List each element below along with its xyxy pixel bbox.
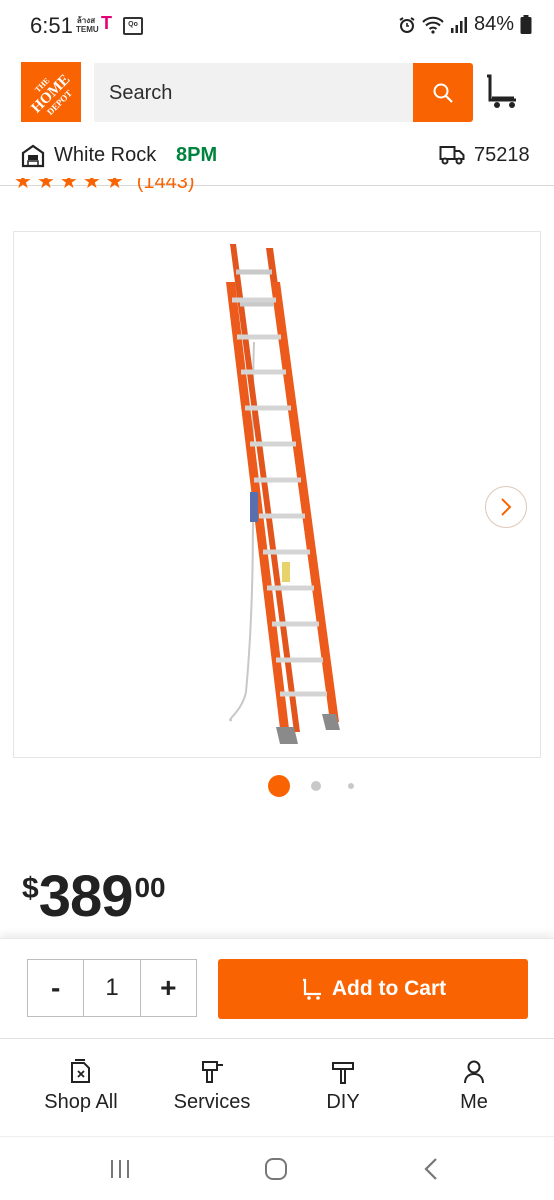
chevron-right-icon xyxy=(501,498,512,516)
nav-diy[interactable]: DIY xyxy=(283,1059,403,1114)
store-hours[interactable]: 8PM xyxy=(176,144,217,167)
nav-label: Shop All xyxy=(44,1091,118,1113)
search-button[interactable] xyxy=(413,63,473,122)
half-star-icon: ★ xyxy=(105,178,124,193)
cart-icon xyxy=(302,978,321,1000)
search-input[interactable]: Search xyxy=(94,63,414,122)
diy-hammer-icon xyxy=(332,1062,354,1084)
shop-all-icon xyxy=(71,1059,90,1083)
quantity-field[interactable]: 1 xyxy=(83,960,141,1016)
quantity-stepper: - 1 + xyxy=(27,959,197,1017)
logo-text: THE HOME DEPOT xyxy=(21,62,81,122)
temu-line2: TEMU xyxy=(76,25,99,34)
price-cents: 00 xyxy=(134,872,166,903)
price-currency: $ xyxy=(22,872,39,905)
temu-notification-icon: ล้างส TEMU xyxy=(76,16,99,34)
delivery-zip[interactable]: 75218 xyxy=(474,144,530,167)
back-icon[interactable] xyxy=(422,1157,440,1181)
nav-services[interactable]: Services xyxy=(152,1059,272,1114)
nav-label: Me xyxy=(460,1091,488,1113)
carousel-dot[interactable] xyxy=(348,783,354,789)
delivery-truck-icon[interactable] xyxy=(439,144,465,166)
wifi-icon xyxy=(422,16,444,34)
temu-line1: ล้างส xyxy=(76,16,96,25)
add-to-cart-button[interactable]: Add to Cart xyxy=(218,959,528,1019)
bottom-navigation: Shop All Services DIY Me xyxy=(0,1038,554,1136)
carousel-dot-active[interactable] xyxy=(268,775,290,797)
notification-app-icon: Qo xyxy=(123,17,143,35)
home-button-icon[interactable] xyxy=(263,1157,289,1181)
decrease-quantity-button[interactable]: - xyxy=(28,960,83,1016)
recent-apps-icon[interactable] xyxy=(108,1157,132,1181)
person-icon xyxy=(464,1060,484,1084)
status-bar: 6:51 ล้างส TEMU T Qo 84% xyxy=(0,0,554,52)
store-name[interactable]: White Rock xyxy=(54,144,156,167)
services-drill-icon xyxy=(202,1061,223,1083)
star-icon: ★ xyxy=(59,178,78,193)
battery-icon xyxy=(520,14,532,34)
nav-shop-all[interactable]: Shop All xyxy=(21,1059,141,1114)
carousel-dots xyxy=(0,775,554,797)
signal-icon xyxy=(450,16,467,33)
product-image-gallery[interactable] xyxy=(13,231,541,758)
app-header: THE HOME DEPOT Search xyxy=(0,52,554,130)
search-icon xyxy=(433,83,453,103)
review-count: (1443) xyxy=(136,178,195,193)
extension-ladder-image xyxy=(226,244,340,744)
price-dollars: 389 xyxy=(38,864,134,929)
add-to-cart-bar: - 1 + Add to Cart xyxy=(0,938,554,1038)
star-icon: ★ xyxy=(82,178,101,193)
cart-icon[interactable] xyxy=(483,72,523,112)
home-depot-logo[interactable]: THE HOME DEPOT xyxy=(21,62,81,122)
alarm-icon xyxy=(399,16,415,33)
rating-stars[interactable]: ★ ★ ★ ★ ★ (1443) xyxy=(14,178,214,194)
product-price: $ 389 00 xyxy=(22,866,166,928)
tmobile-icon: T xyxy=(101,13,112,33)
battery-percent: 84% xyxy=(473,13,514,35)
carousel-dot[interactable] xyxy=(311,781,321,791)
status-right: 84% xyxy=(398,13,532,36)
search-placeholder: Search xyxy=(109,82,173,104)
add-to-cart-label: Add to Cart xyxy=(331,977,447,1000)
next-image-button[interactable] xyxy=(485,486,527,528)
nav-me[interactable]: Me xyxy=(414,1059,534,1114)
star-icon: ★ xyxy=(14,178,32,193)
nav-label: Services xyxy=(173,1091,251,1113)
status-time: 6:51 xyxy=(30,13,73,38)
increase-quantity-button[interactable]: + xyxy=(141,960,196,1016)
star-icon: ★ xyxy=(36,178,55,193)
system-navigation-bar xyxy=(0,1136,554,1200)
nav-label: DIY xyxy=(326,1091,360,1113)
store-icon[interactable] xyxy=(20,143,46,169)
